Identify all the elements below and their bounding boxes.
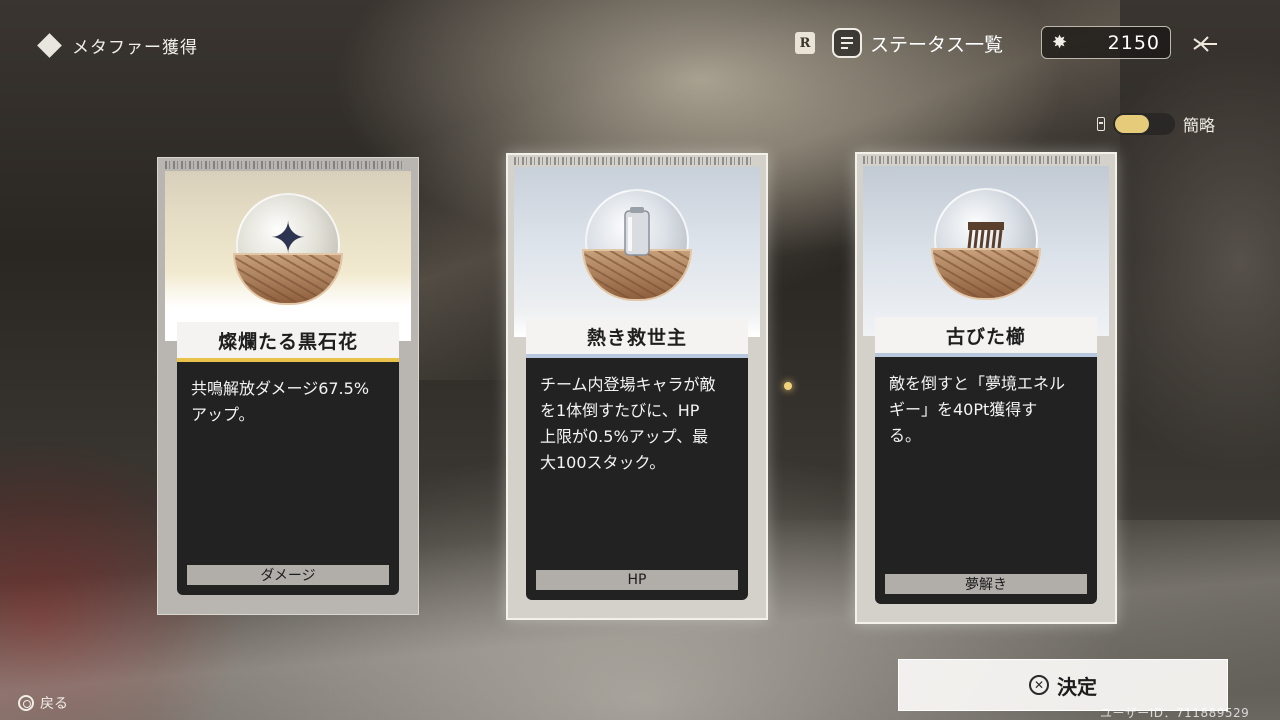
- card-tag: HP: [536, 570, 738, 590]
- cross-button-icon: ✕: [1029, 675, 1049, 695]
- thermos-icon: [622, 207, 652, 265]
- user-id: ユーザーID：711889529: [1100, 706, 1250, 720]
- card-description: 敵を倒すと「夢境エネル ギー」を40Pt獲得す る。: [889, 374, 1066, 445]
- status-list-button[interactable]: ステータス一覧: [832, 28, 1003, 58]
- metaphor-card-1[interactable]: ✦ 燦爛たる黒石花 共鳴解放ダメージ67.5% アップ。 ダメージ: [157, 157, 419, 615]
- star-burst-icon: ✸: [1052, 32, 1068, 53]
- r-badge-icon: R: [795, 32, 815, 54]
- card-name-bar: 燦爛たる黒石花: [177, 322, 399, 362]
- back-button[interactable]: 戻る: [18, 693, 68, 713]
- barcode-decoration: [165, 161, 405, 169]
- barcode-decoration: [514, 157, 754, 165]
- simplify-toggle[interactable]: [1113, 113, 1175, 135]
- card-description-panel: 共鳴解放ダメージ67.5% アップ。 ダメージ: [177, 362, 399, 595]
- currency-counter: ✸ 2150: [1041, 26, 1171, 59]
- battery-icon: [1097, 117, 1105, 131]
- list-icon: [832, 28, 862, 58]
- old-comb-icon: [964, 216, 1008, 260]
- card-art: [863, 166, 1109, 336]
- back-label: 戻る: [40, 696, 68, 712]
- card-name: 古びた櫛: [945, 325, 1026, 348]
- page-header: メタファー獲得: [37, 32, 198, 58]
- card-art: [514, 167, 760, 337]
- simplify-toggle-group: 簡略: [1097, 112, 1215, 136]
- card-description: チーム内登場キャラが敵 を1体倒すたびに、HP 上限が0.5%アップ、最 大10…: [540, 375, 716, 472]
- card-name-bar: 熱き救世主: [526, 318, 748, 358]
- currency-value: 2150: [1107, 31, 1160, 54]
- sparkle-particle: [784, 382, 792, 390]
- simplify-toggle-label: 簡略: [1183, 116, 1216, 135]
- page-title: メタファー獲得: [72, 38, 198, 58]
- card-name-bar: 古びた櫛: [875, 317, 1097, 357]
- card-tag: ダメージ: [187, 565, 389, 585]
- barcode-decoration: [863, 156, 1103, 164]
- card-description: 共鳴解放ダメージ67.5% アップ。: [191, 379, 370, 424]
- card-tag: 夢解き: [885, 574, 1087, 594]
- circle-button-icon: [18, 695, 34, 711]
- black-stone-flower-icon: ✦: [269, 213, 307, 264]
- card-description-panel: チーム内登場キャラが敵 を1体倒すたびに、HP 上限が0.5%アップ、最 大10…: [526, 358, 748, 600]
- diamond-cluster-icon: [37, 32, 62, 58]
- confirm-label: 決定: [1057, 674, 1097, 699]
- card-name: 熱き救世主: [586, 326, 687, 349]
- card-art: ✦: [165, 171, 411, 341]
- card-name: 燦爛たる黒石花: [217, 330, 358, 353]
- status-list-label: ステータス一覧: [870, 33, 1004, 56]
- metaphor-card-2[interactable]: 熱き救世主 チーム内登場キャラが敵 を1体倒すたびに、HP 上限が0.5%アップ…: [506, 153, 768, 620]
- exit-arrow-icon[interactable]: [1190, 30, 1220, 58]
- metaphor-card-3[interactable]: 古びた櫛 敵を倒すと「夢境エネル ギー」を40Pt獲得す る。 夢解き: [855, 152, 1117, 624]
- card-description-panel: 敵を倒すと「夢境エネル ギー」を40Pt獲得す る。 夢解き: [875, 357, 1097, 604]
